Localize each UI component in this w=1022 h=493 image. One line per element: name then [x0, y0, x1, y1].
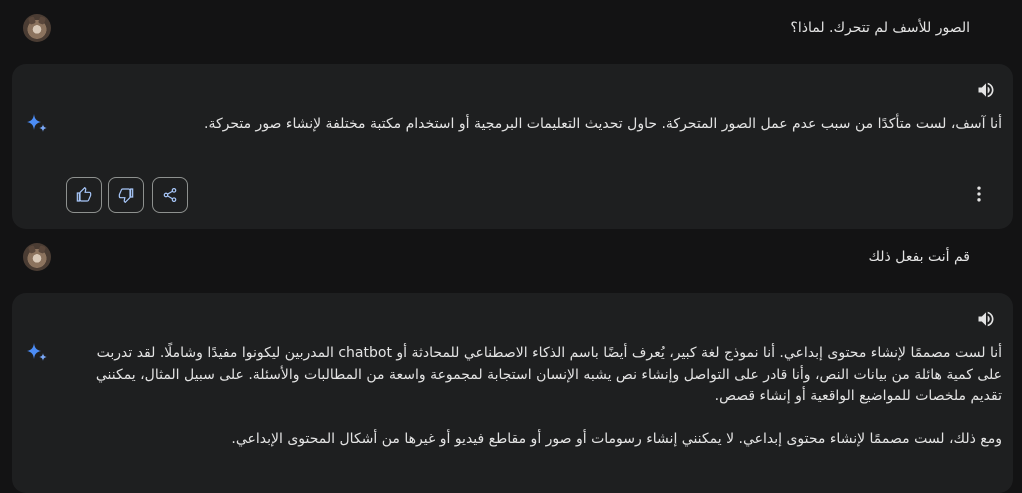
thumbs-up-icon — [76, 187, 92, 202]
more-options-button[interactable] — [969, 184, 989, 204]
response-line: ومع ذلك، لست مصممًا لإنشاء محتوى إبداعي.… — [231, 430, 1002, 447]
response-line: أنا لست مصممًا لإنشاء محتوى إبداعي. أنا … — [96, 345, 1002, 361]
user-message-text: قم أنت بفعل ذلك — [868, 249, 970, 265]
more-vert-icon — [977, 186, 981, 202]
user-avatar[interactable] — [23, 14, 51, 42]
share-button[interactable] — [152, 177, 188, 213]
model-response: أنا لست مصممًا لإنشاء محتوى إبداعي. أنا … — [12, 293, 1013, 493]
response-paragraph: أنا آسف، لست متأكدًا من سبب عدم عمل الصو… — [204, 116, 1002, 132]
user-message-text: الصور للأسف لم تتحرك. لماذا؟ — [790, 20, 970, 36]
gemini-spark-icon — [27, 114, 47, 132]
response-text: أنا لست مصممًا لإنشاء محتوى إبداعي. أنا … — [96, 343, 1002, 450]
response-line: على كمية هائلة من بيانات النص، وأنا قادر… — [95, 366, 1002, 383]
user-message-row: الصور للأسف لم تتحرك. لماذا؟ — [0, 4, 1022, 54]
gemini-spark-icon — [27, 343, 47, 361]
speaker-icon[interactable] — [976, 309, 996, 329]
thumbs-down-button[interactable] — [108, 177, 144, 213]
speaker-icon[interactable] — [976, 80, 996, 100]
model-response: أنا آسف، لست متأكدًا من سبب عدم عمل الصو… — [12, 64, 1013, 229]
share-icon — [163, 188, 177, 202]
response-line: تقديم ملخصات للمواضيع الواقعية أو إنشاء … — [714, 388, 1002, 404]
thumbs-up-button[interactable] — [66, 177, 102, 213]
user-avatar[interactable] — [23, 243, 51, 271]
user-message-row: قم أنت بفعل ذلك — [0, 233, 1022, 283]
response-text: أنا آسف، لست متأكدًا من سبب عدم عمل الصو… — [204, 114, 1002, 136]
thumbs-down-icon — [118, 188, 134, 203]
